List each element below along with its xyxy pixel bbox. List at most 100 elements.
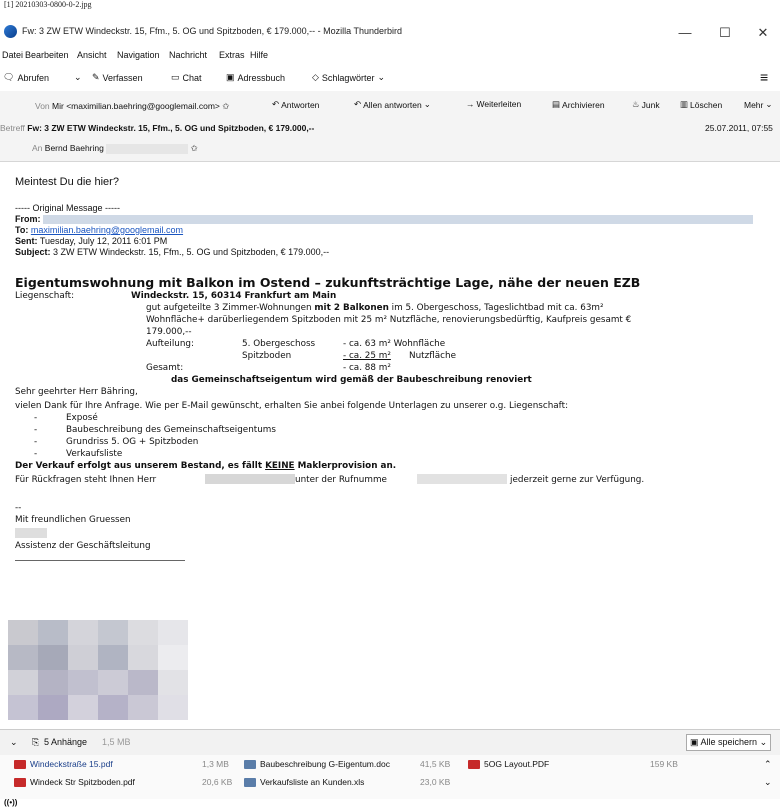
pixelated-image-svg [8, 620, 188, 720]
reply-button[interactable]: ↶ Antworten [272, 99, 319, 110]
attachment-item[interactable]: Verkaufsliste an Kunden.xls [244, 777, 364, 787]
get-messages-dropdown[interactable]: ⌄ [74, 72, 82, 83]
attachment-item[interactable]: 5OG Layout.PDF [468, 759, 549, 769]
tags-button[interactable]: ◇ Schlagwörter ⌄ [312, 72, 385, 83]
chevron-down-icon: ⌄ [377, 72, 385, 82]
sent-label: Sent: [15, 236, 38, 246]
to-label: An [32, 143, 43, 153]
addressbook-label: Adressbuch [237, 72, 286, 83]
no-commission-notice: Der Verkauf erfolgt aus unserem Bestand,… [15, 460, 396, 473]
reply-all-button[interactable]: ↶ Allen antworten ⌄ [354, 99, 431, 110]
tag-icon: ◇ [312, 72, 319, 82]
menu-ansicht[interactable]: Ansicht [77, 50, 107, 60]
redacted-block [205, 474, 295, 484]
reply-all-icon: ↶ [354, 99, 362, 109]
attachment-item[interactable]: Windeck Str Spitzboden.pdf [14, 777, 135, 787]
close-button[interactable]: ✕ [748, 23, 778, 43]
save-icon: ▣ [690, 737, 699, 747]
verkauf-b: KEINE [265, 461, 295, 471]
attachment-list: Windeckstraße 15.pdf 1,3 MB Baubeschreib… [0, 755, 780, 799]
chat-label: Chat [182, 72, 202, 83]
star-icon[interactable]: ✩ [222, 101, 229, 111]
trash-icon: ▥ [680, 99, 689, 109]
forward-button[interactable]: → Weiterleiten [466, 99, 521, 109]
quoted-subject-label: Subject: [15, 247, 51, 257]
get-messages-button[interactable]: 🗨 Abrufen [3, 72, 49, 83]
compose-label: Verfassen [102, 72, 143, 83]
quoted-to-label: To: [15, 225, 29, 235]
attachment-size: 1,3 MB [202, 759, 229, 769]
toggle-attachments-icon[interactable]: ⌄ [10, 737, 18, 748]
attachment-name: Windeckstraße 15.pdf [30, 759, 113, 769]
delete-label: Löschen [690, 99, 723, 110]
attachment-item[interactable]: Windeckstraße 15.pdf [14, 759, 113, 769]
maximize-button[interactable]: ☐ [710, 23, 740, 43]
pdf-icon [14, 777, 26, 787]
redacted-block [417, 474, 507, 484]
redacted-block [106, 143, 189, 154]
regards-text: Mit freundlichen Gruessen [15, 515, 131, 525]
junk-label: Junk [641, 99, 660, 110]
attachment-name: Baubeschreibung G-Eigentum.doc [260, 759, 390, 769]
sent-value: Tuesday, July 12, 2011 6:01 PM [39, 236, 168, 246]
scroll-up-icon[interactable]: ⌃ [764, 759, 772, 770]
renovation-note: das Gemeinschaftseigentum wird gemäß der… [171, 375, 532, 385]
desc-1c: im 5. Obergeschoss, Tageslichtbad mit ca… [388, 303, 604, 313]
image-caption: [1] 20210303-0800-0-2.jpg [4, 0, 92, 9]
paperclip-icon: ⎘ [32, 737, 40, 747]
pdf-icon [14, 759, 26, 769]
menu-navigation[interactable]: Navigation [117, 50, 160, 60]
from-line: From: [15, 214, 775, 225]
chevron-down-icon: ⌄ [423, 99, 431, 109]
contact-line: Für Rückfragen steht Ihnen Herr unter de… [15, 474, 775, 492]
attachment-size: 41,5 KB [420, 759, 451, 769]
menu-bearbeiten[interactable]: Bearbeiten [25, 50, 69, 60]
attachment-item[interactable]: Baubeschreibung G-Eigentum.doc [244, 759, 390, 769]
junk-button[interactable]: ♨ Junk [632, 99, 660, 110]
menu-extras[interactable]: Extras [219, 50, 245, 60]
forward-label: Weiterleiten [476, 99, 522, 109]
from-label: Von [35, 101, 50, 111]
message-header: Von Mir <maximilian.baehring@googlemail.… [0, 91, 780, 162]
save-all-label: Alle speichern [700, 737, 758, 747]
app-menu-button[interactable]: ≡ [760, 69, 768, 85]
scroll-down-icon[interactable]: ⌄ [764, 777, 772, 788]
contact-c: jederzeit gerne zur Verfügung. [510, 475, 645, 485]
archive-label: Archivieren [562, 99, 605, 110]
attachment-name: Windeck Str Spitzboden.pdf [30, 777, 135, 787]
quoted-subject-value: 3 ZW ETW Windeckstr. 15, Ffm., 5. OG und… [53, 247, 330, 257]
from-value[interactable]: Mir <maximilian.baehring@googlemail.com> [52, 101, 220, 111]
download-icon: 🗨 [3, 72, 15, 82]
signature: -- Mit freundlichen Gruessen Assistenz d… [15, 502, 775, 622]
minimize-button[interactable]: — [670, 23, 700, 43]
sent-line: Sent: Tuesday, July 12, 2011 6:01 PM [15, 236, 775, 247]
subject-row: Betreff Fw: 3 ZW ETW Windeckstr. 15, Ffm… [0, 123, 314, 133]
to-value[interactable]: Bernd Baehring [45, 143, 104, 153]
original-message-line: ----- Original Message ----- [15, 203, 121, 213]
star-icon[interactable]: ✩ [191, 143, 198, 153]
compose-button[interactable]: ✎ Verfassen [92, 72, 143, 83]
attachment-total-size: 1,5 MB [102, 737, 131, 747]
addressbook-button[interactable]: ▣ Adressbuch [226, 72, 285, 83]
subject-value: Fw: 3 ZW ETW Windeckstr. 15, Ffm., 5. OG… [27, 123, 315, 133]
reply-label: Antworten [281, 99, 320, 110]
attachment-count[interactable]: 5 Anhänge [44, 737, 87, 747]
delete-button[interactable]: ▥ Löschen [680, 99, 722, 110]
menu-nachricht[interactable]: Nachricht [169, 50, 207, 60]
desc-1a: gut aufgeteilte 3 Zimmer-Wohnungen [146, 303, 315, 313]
menu-datei[interactable]: Datei [2, 50, 23, 60]
property-details: Liegenschaft: Windeckstr. 15, 60314 Fran… [15, 290, 775, 400]
spitz-label: Spitzboden [242, 351, 292, 361]
more-button[interactable]: Mehr ⌄ [744, 99, 773, 110]
greeting-text: Meintest Du die hier? [15, 176, 119, 188]
archive-button[interactable]: ▤ Archivieren [552, 99, 605, 110]
save-all-button[interactable]: ▣ Alle speichern ⌄ [686, 734, 772, 751]
forward-icon: → [466, 99, 475, 109]
contact-a: Für Rückfragen steht Ihnen Herr [15, 475, 157, 485]
chat-button[interactable]: ▭ Chat [171, 72, 202, 83]
thanks-text: vielen Dank für Ihre Anfrage. Wie per E-… [15, 401, 569, 411]
email-link[interactable]: maximilian.baehring@googlemail.com [31, 225, 183, 235]
menu-hilfe[interactable]: Hilfe [250, 50, 268, 60]
quoted-from-label: From: [15, 214, 41, 224]
verkauf-a: Der Verkauf erfolgt aus unserem Bestand,… [15, 461, 266, 471]
